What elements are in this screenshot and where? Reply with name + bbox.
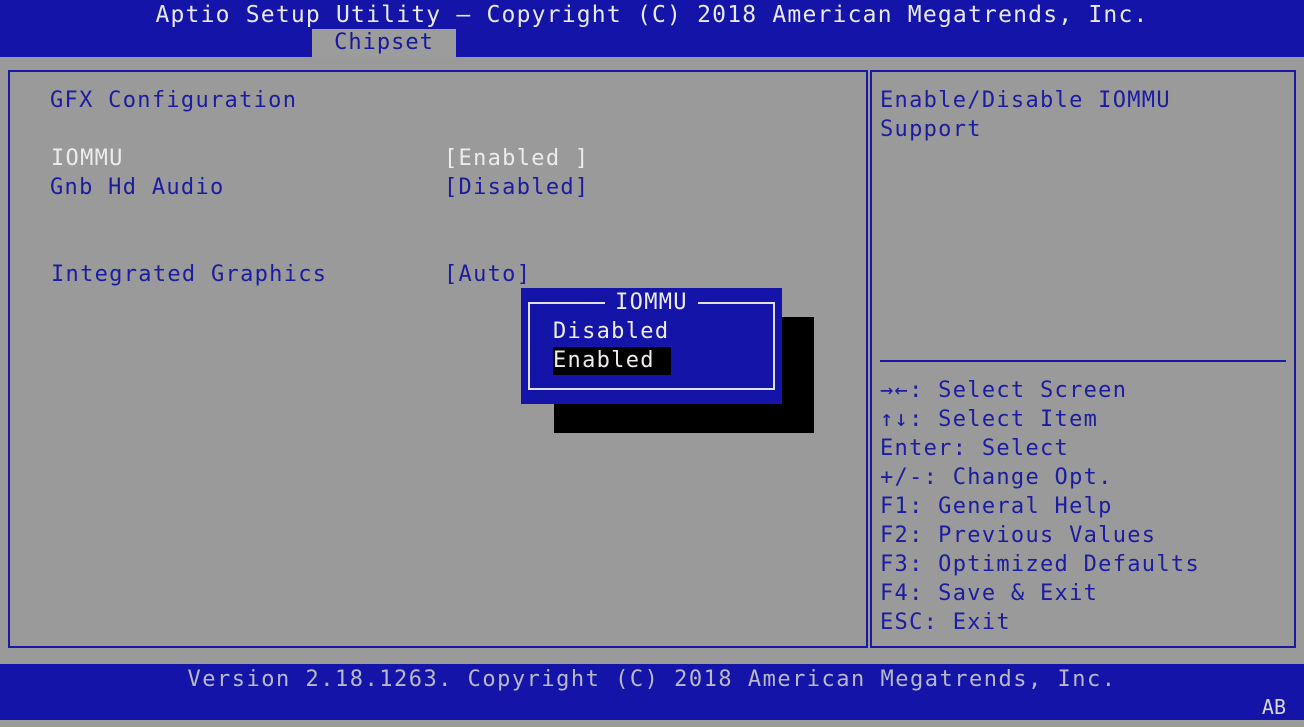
setting-integrated-graphics-value[interactable]: [Auto] (444, 261, 531, 289)
key-hint-f2: F2: Previous Values (880, 523, 1157, 548)
key-hint-select-item: ↑↓: Select Item (880, 407, 1099, 432)
key-hint-f4: F4: Save & Exit (880, 581, 1099, 606)
app-title: Aptio Setup Utility – Copyright (C) 2018… (155, 2, 1149, 28)
setting-iommu-label[interactable]: IOMMU (51, 145, 124, 173)
version-text: Version 2.18.1263. Copyright (C) 2018 Am… (187, 667, 1117, 692)
help-description-line1: Enable/Disable IOMMU (880, 88, 1171, 113)
key-hint-select-screen: →←: Select Screen (880, 378, 1128, 403)
key-hint-change-opt: +/-: Change Opt. (880, 465, 1113, 490)
key-hint-f3: F3: Optimized Defaults (880, 552, 1200, 577)
setting-gnb-hd-audio-label[interactable]: Gnb Hd Audio (50, 174, 225, 202)
help-divider (880, 360, 1286, 362)
help-panel: Enable/Disable IOMMU Support →←: Select … (870, 70, 1296, 648)
popup-option-enabled[interactable]: Enabled (553, 347, 671, 375)
bios-screen: Aptio Setup Utility – Copyright (C) 2018… (0, 0, 1304, 727)
popup-option-disabled[interactable]: Disabled (553, 318, 669, 346)
key-hint-enter: Enter: Select (880, 436, 1070, 461)
header-bar: Aptio Setup Utility – Copyright (C) 2018… (0, 0, 1304, 57)
setting-gnb-hd-audio-value[interactable]: [Disabled] (444, 174, 589, 202)
footer-bar: Version 2.18.1263. Copyright (C) 2018 Am… (0, 664, 1304, 720)
tab-chipset[interactable]: Chipset (312, 29, 456, 57)
footer-badge: AB (1261, 695, 1286, 719)
setting-iommu-value[interactable]: [Enabled ] (444, 145, 589, 173)
key-hint-f1: F1: General Help (880, 494, 1113, 519)
section-title: GFX Configuration (50, 88, 298, 113)
iommu-option-popup: IOMMU Disabled Enabled (521, 288, 782, 404)
help-description-line2: Support (880, 117, 982, 142)
setting-integrated-graphics-label[interactable]: Integrated Graphics (51, 261, 327, 289)
popup-title: IOMMU (605, 290, 698, 315)
key-hint-esc: ESC: Exit (880, 610, 1011, 635)
